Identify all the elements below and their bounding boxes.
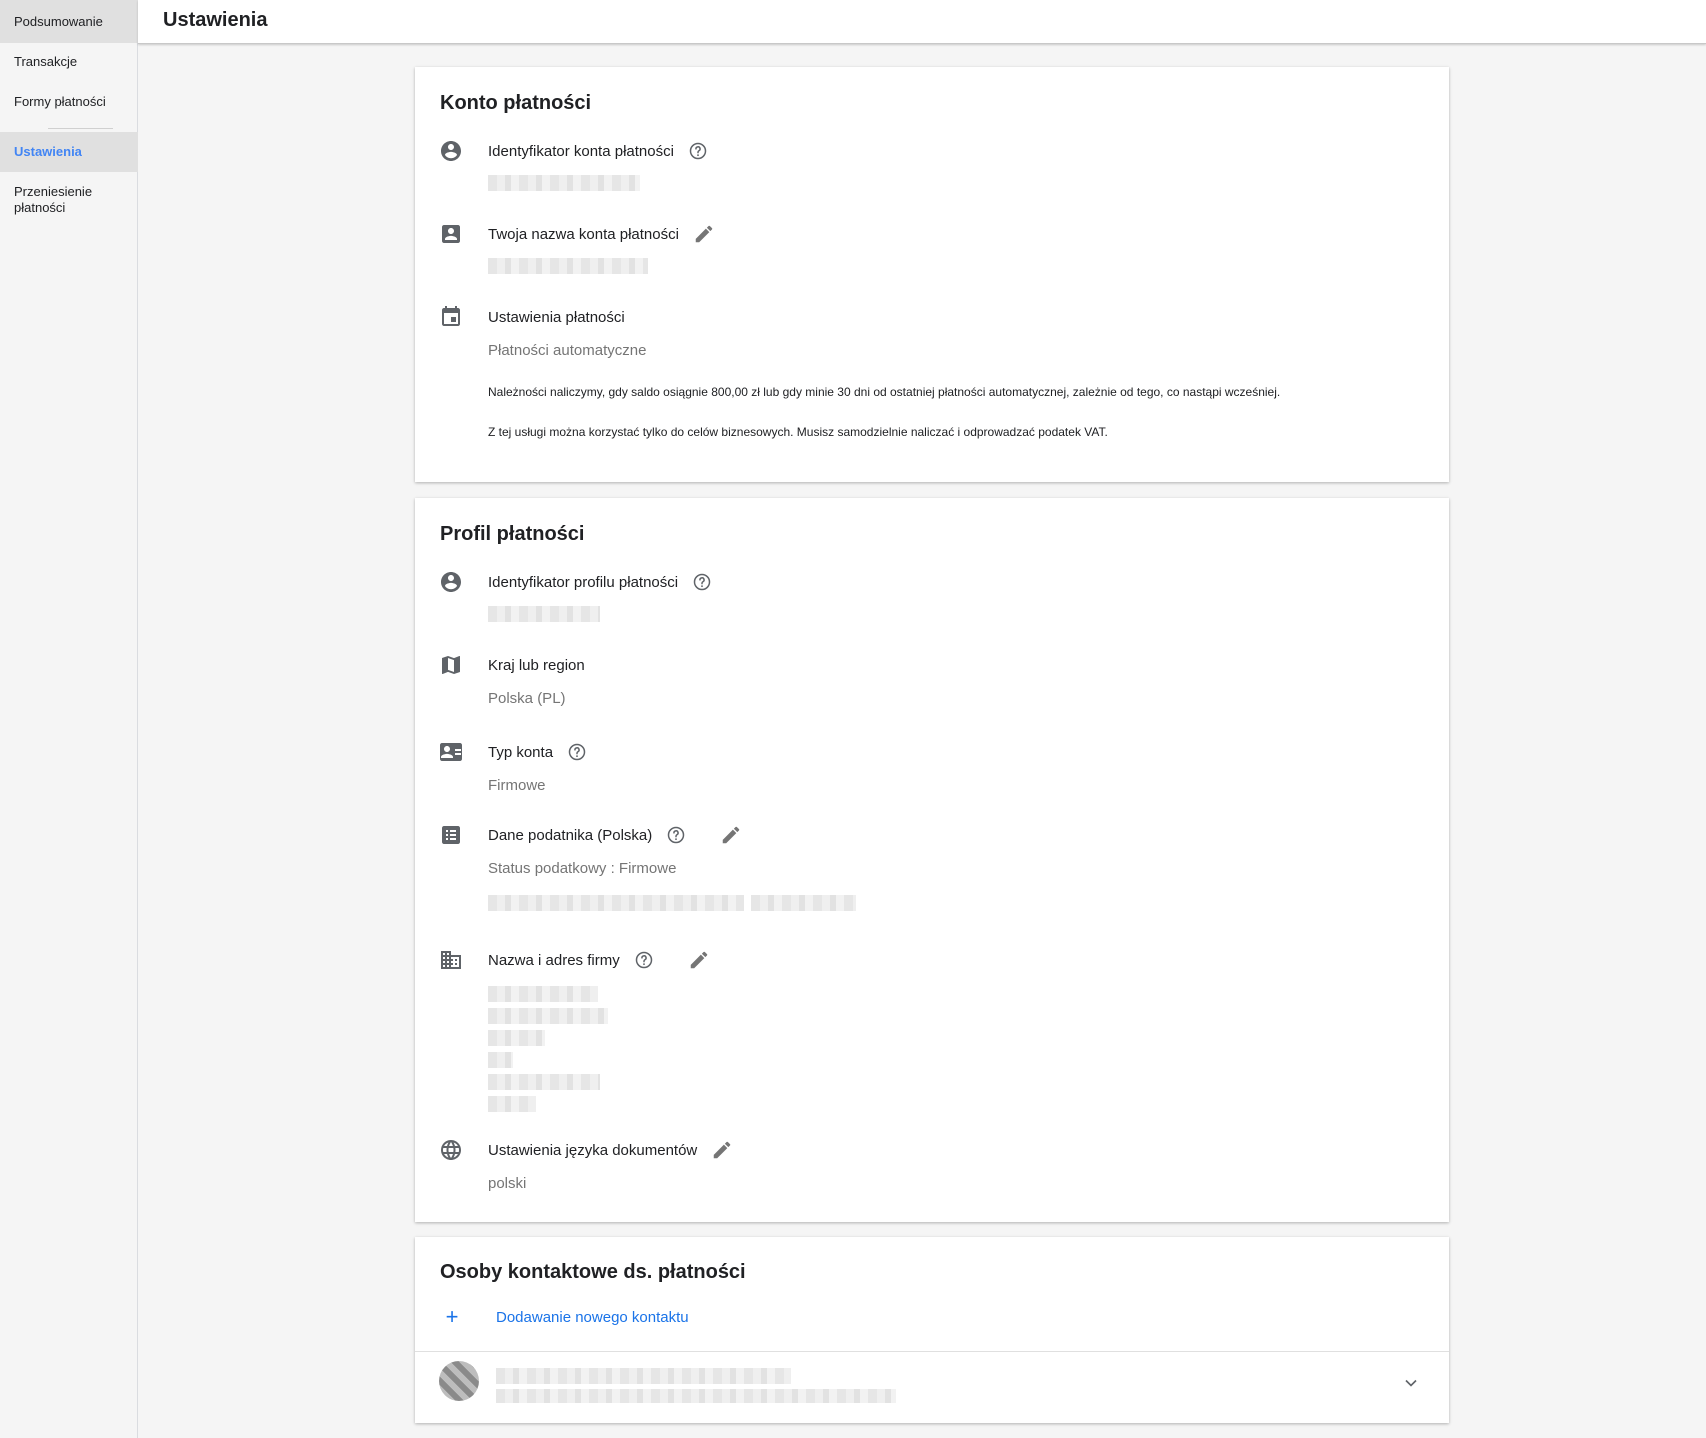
redacted-billing-account-name	[488, 258, 648, 274]
payments-profile-id-row: Identyfikator profilu płatności	[488, 570, 712, 594]
document-language-label: Ustawienia języka dokumentów	[488, 1141, 698, 1159]
redacted-address-line	[488, 1096, 536, 1112]
app: Podsumowanie Transakcje Formy płatności …	[0, 0, 1706, 1438]
sidebar-divider	[48, 128, 113, 129]
edit-icon[interactable]	[711, 1139, 733, 1161]
payments-profile-id-label: Identyfikator profilu płatności	[488, 573, 679, 591]
account-circle-icon	[439, 570, 463, 594]
redacted-address-line	[488, 1052, 513, 1068]
account-circle-icon	[439, 139, 463, 163]
document-language-row: Ustawienia języka dokumentów	[488, 1138, 733, 1162]
sidebar-item-label: Ustawienia	[14, 144, 82, 159]
edit-icon[interactable]	[720, 824, 742, 846]
account-type-row: Typ konta	[488, 740, 587, 764]
sidebar-item-summary[interactable]: Podsumowanie	[0, 0, 138, 43]
company-address-row: Nazwa i adres firmy	[488, 948, 710, 972]
help-icon[interactable]	[634, 950, 654, 970]
business-use-note: Z tej usługi można korzystać tylko do ce…	[488, 425, 1108, 439]
tax-status-value: Status podatkowy : Firmowe	[488, 860, 677, 877]
plus-icon: +	[445, 1304, 459, 1329]
redacted-tax-id-suffix	[751, 895, 856, 911]
card-title: Profil płatności	[440, 523, 585, 545]
country-label: Kraj lub region	[488, 656, 585, 674]
sidebar-item-label: Transakcje	[14, 54, 78, 69]
divider	[415, 1351, 1449, 1352]
contact-card-icon	[439, 222, 463, 246]
sidebar-item-label: Przeniesienie płatności	[14, 184, 93, 215]
help-icon[interactable]	[567, 742, 587, 762]
sidebar-item-payment-methods[interactable]: Formy płatności	[0, 83, 138, 121]
billing-account-name-row: Twoja nazwa konta płatności	[488, 222, 715, 246]
country-row: Kraj lub region	[488, 653, 585, 677]
sidebar-item-label: Formy płatności	[14, 94, 106, 109]
account-type-value: Firmowe	[488, 777, 546, 794]
redacted-address-line	[488, 1030, 545, 1046]
payment-contacts-card: Osoby kontaktowe ds. płatności + Dodawan…	[415, 1237, 1449, 1423]
billing-account-id-label: Identyfikator konta płatności	[488, 142, 674, 160]
billing-threshold-note: Należności naliczymy, gdy saldo osiągnie…	[488, 385, 1281, 399]
edit-icon[interactable]	[688, 949, 710, 971]
billing-account-name-label: Twoja nazwa konta płatności	[488, 225, 679, 243]
redacted-tax-id	[488, 895, 744, 911]
calendar-icon	[439, 305, 463, 329]
chevron-down-icon[interactable]	[1401, 1373, 1421, 1393]
redacted-payments-profile-id	[488, 606, 600, 622]
building-icon	[439, 948, 463, 972]
company-address-label: Nazwa i adres firmy	[488, 951, 620, 969]
redacted-billing-account-id	[488, 175, 640, 191]
globe-icon	[439, 1138, 463, 1162]
billing-account-card: Konto płatności Identyfikator konta płat…	[415, 67, 1449, 482]
map-icon	[439, 653, 463, 677]
sidebar-item-transactions[interactable]: Transakcje	[0, 43, 138, 81]
payment-settings-row: Ustawienia płatności	[488, 305, 625, 329]
avatar	[439, 1361, 479, 1401]
redacted-address-line	[488, 986, 598, 1002]
document-language-value: polski	[488, 1175, 527, 1192]
country-value: Polska (PL)	[488, 690, 566, 707]
redacted-contact-name	[496, 1368, 791, 1384]
redacted-address-line	[488, 1008, 608, 1024]
redacted-contact-email	[496, 1389, 896, 1403]
redacted-address-line	[488, 1074, 600, 1090]
card-title: Konto płatności	[440, 92, 592, 114]
billing-account-id-row: Identyfikator konta płatności	[488, 139, 708, 163]
help-icon[interactable]	[666, 825, 686, 845]
page-title: Ustawienia	[163, 9, 268, 31]
id-card-icon	[439, 740, 463, 764]
payments-profile-card: Profil płatności Identyfikator profilu p…	[415, 498, 1449, 1222]
sidebar-item-label: Podsumowanie	[14, 13, 103, 29]
sidebar-item-payment-transfer[interactable]: Przeniesienie płatności	[0, 176, 138, 224]
help-icon[interactable]	[692, 572, 712, 592]
add-contact-button[interactable]: + Dodawanie nowego kontaktu	[440, 1305, 689, 1329]
card-title: Osoby kontaktowe ds. płatności	[440, 1261, 746, 1283]
edit-icon[interactable]	[693, 223, 715, 245]
tax-info-label: Dane podatnika (Polska)	[488, 826, 653, 844]
account-type-label: Typ konta	[488, 743, 554, 761]
sidebar: Podsumowanie Transakcje Formy płatności …	[0, 0, 138, 1438]
header: Ustawienia	[138, 0, 1706, 44]
add-contact-label: Dodawanie nowego kontaktu	[496, 1308, 689, 1326]
list-icon	[439, 823, 463, 847]
payment-settings-label: Ustawienia płatności	[488, 308, 625, 326]
tax-info-row: Dane podatnika (Polska)	[488, 823, 742, 847]
payment-settings-value: Płatności automatyczne	[488, 342, 647, 359]
help-icon[interactable]	[688, 141, 708, 161]
sidebar-item-settings[interactable]: Ustawienia	[0, 132, 138, 172]
